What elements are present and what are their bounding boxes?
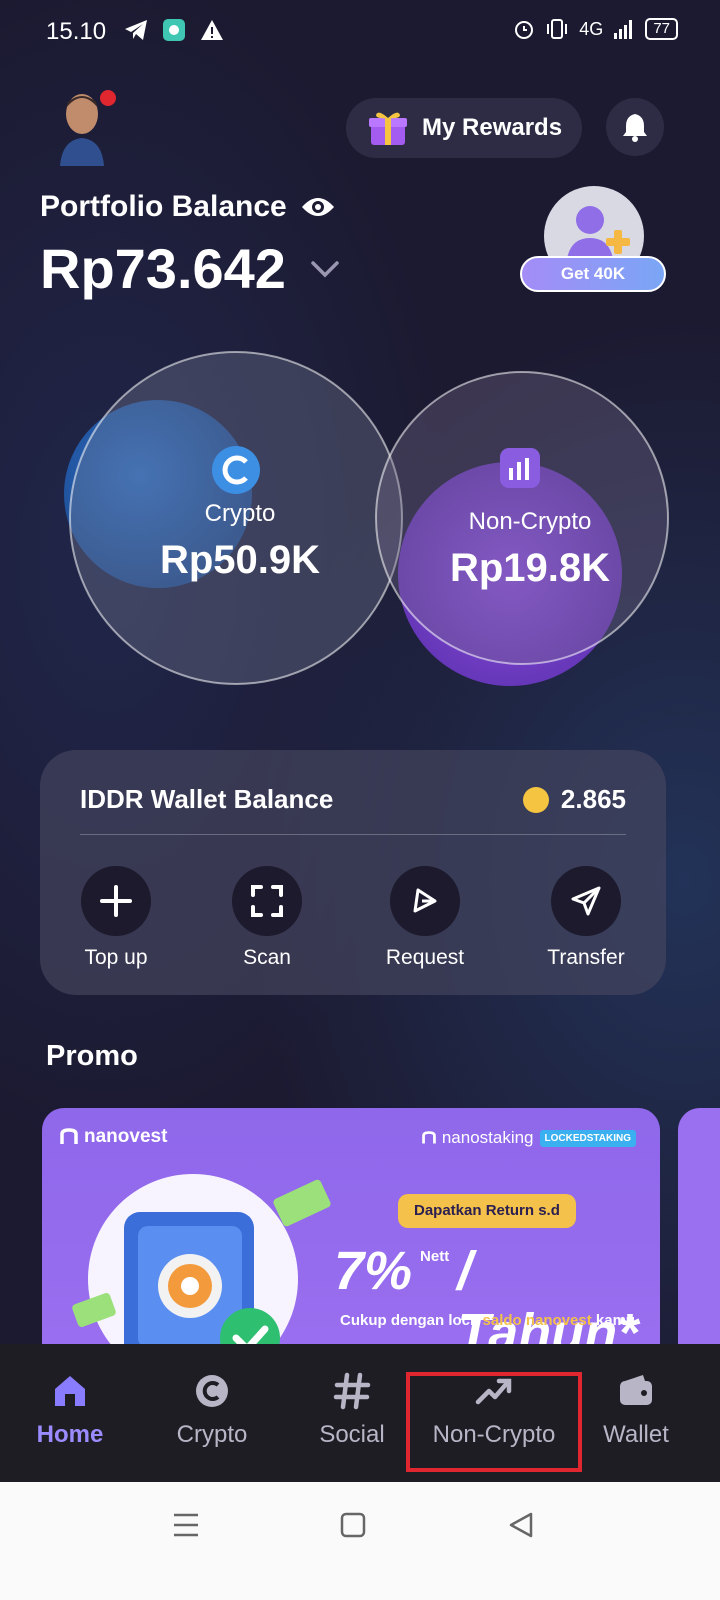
top-up-label: Top up (84, 946, 148, 969)
scan-button[interactable]: Scan (217, 866, 317, 970)
nav-crypto-label: Crypto (176, 1421, 248, 1448)
crypto-value: Rp50.9K (159, 538, 321, 582)
notification-dot (100, 90, 116, 106)
scan-label: Scan (243, 946, 291, 969)
nanovest-logo: nanovest (60, 1126, 167, 1148)
portfolio-bubbles: Crypto Rp50.9K Non-Crypto Rp19.8K (0, 340, 720, 700)
divider (80, 834, 626, 835)
transfer-label: Transfer (547, 946, 625, 969)
plus-icon (100, 885, 132, 917)
nav-crypto[interactable]: Crypto (142, 1372, 282, 1449)
alarm-icon (515, 21, 534, 39)
system-navigation-bar (0, 1482, 720, 1600)
nav-wallet[interactable]: Wallet (566, 1372, 706, 1449)
crypto-bubble-text[interactable]: Crypto Rp50.9K (120, 500, 360, 583)
promo-banner[interactable]: nanovest nanostaking LOCKEDSTAKING Dapat… (42, 1108, 660, 1358)
bell-icon (623, 114, 647, 142)
gift-icon (369, 112, 407, 145)
portfolio-value-row[interactable]: Rp73.642 (40, 236, 340, 301)
nav-wallet-label: Wallet (603, 1421, 669, 1448)
crypto-label: Crypto (204, 500, 276, 527)
rate-value: 7% (334, 1241, 413, 1301)
warning-icon (201, 20, 223, 40)
my-rewards-label: My Rewards (422, 114, 563, 141)
rate-suffix: Nett (420, 1248, 450, 1265)
profile-avatar[interactable] (52, 88, 122, 166)
non-crypto-value: Rp19.8K (449, 546, 611, 590)
signal-icon (614, 20, 633, 39)
scan-icon (251, 885, 283, 917)
home-icon (55, 1376, 85, 1406)
wallet-title: IDDR Wallet Balance (80, 784, 334, 814)
home-square-icon[interactable] (340, 1512, 366, 1538)
promo-banner-next[interactable] (678, 1108, 720, 1358)
portfolio-label-row: Portfolio Balance (40, 190, 335, 224)
eye-icon[interactable] (301, 195, 335, 219)
back-icon[interactable] (508, 1512, 534, 1538)
safe-illustration (72, 1179, 331, 1358)
coin-icon (522, 786, 549, 813)
footnote-post: kamu (591, 1312, 636, 1329)
status-time: 15.10 (46, 18, 107, 45)
highlight-annotation (406, 1372, 582, 1472)
vibrate-icon (547, 19, 568, 39)
footnote-highlight: saldo nanovest (482, 1312, 592, 1329)
top-up-button[interactable]: Top up (66, 866, 166, 970)
menu-icon[interactable] (172, 1512, 200, 1538)
request-label: Request (385, 946, 465, 969)
nav-home[interactable]: Home (0, 1372, 140, 1449)
wallet-card: IDDR Wallet Balance 2.865 Top up Scan Re… (40, 750, 666, 995)
request-icon (413, 888, 437, 913)
get-40k-badge[interactable]: Get 40K (520, 256, 666, 292)
wallet-icon (620, 1375, 652, 1405)
hashtag-icon (333, 1372, 371, 1410)
promo-title: Promo (46, 1040, 138, 1072)
crypto-logo-icon (212, 446, 260, 494)
crypto-icon (196, 1375, 228, 1407)
nanostaking-logo-icon (422, 1131, 436, 1144)
non-crypto-bubble-text[interactable]: Non-Crypto Rp19.8K (410, 508, 650, 591)
nav-social[interactable]: Social (282, 1372, 422, 1449)
notification-button[interactable] (606, 98, 664, 156)
battery-indicator: 77 (645, 18, 678, 40)
send-icon (571, 886, 601, 916)
request-button[interactable]: Request (375, 866, 475, 970)
nanostaking-logo: nanostaking LOCKEDSTAKING (422, 1128, 636, 1148)
rate-headline: 7% Nett / Tahun* (334, 1240, 660, 1358)
nanovest-brand: nanovest (84, 1126, 168, 1147)
portfolio-balance-label: Portfolio Balance (40, 190, 287, 223)
nav-home-label: Home (36, 1421, 104, 1448)
return-tag: Dapatkan Return s.d (398, 1194, 576, 1228)
rate-period: / Tahun* (457, 1241, 639, 1358)
promo-footnote: Cukup dengan lock saldo nanovest kamu (340, 1312, 635, 1329)
chevron-down-icon[interactable] (310, 260, 340, 278)
non-crypto-label: Non-Crypto (468, 508, 592, 535)
wallet-balance-value: 2.865 (560, 784, 626, 814)
wallet-balance: 2.865 (522, 784, 626, 815)
transfer-button[interactable]: Transfer (536, 866, 636, 970)
app-notification-icon (163, 19, 185, 41)
bottom-navigation: Home Crypto Social Non-Crypto Wallet (0, 1344, 720, 1482)
network-type: 4G (579, 18, 604, 39)
nav-social-label: Social (319, 1421, 385, 1448)
locked-staking-badge: LOCKEDSTAKING (539, 1129, 636, 1147)
portfolio-balance-value: Rp73.642 (40, 237, 286, 300)
referral-widget[interactable]: Get 40K (520, 186, 668, 296)
footnote-pre: Cukup dengan lock (340, 1312, 483, 1329)
my-rewards-button[interactable]: My Rewards (346, 98, 582, 158)
nanovest-logo-icon (60, 1128, 78, 1144)
telegram-icon (125, 20, 147, 40)
nanostaking-brand: nanostaking (441, 1128, 534, 1147)
status-bar: 15.10 4G 77 (0, 0, 720, 64)
